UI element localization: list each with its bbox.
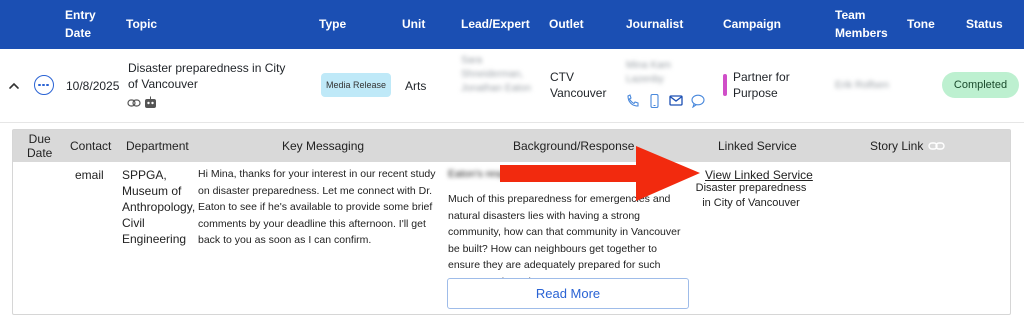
chevron-up-icon[interactable] [8,80,20,92]
col-entry-date[interactable]: Entry Date [65,6,96,42]
col-department: Department [126,139,189,153]
robot-icon [145,96,156,108]
table-row: 10/8/2025 Disaster preparedness in City … [0,49,1024,123]
col-lead-expert[interactable]: Lead/Expert [461,15,530,33]
type-badge: Media Release [321,73,391,97]
col-due-date: Due Date [27,132,53,160]
entry-date: 10/8/2025 [66,79,120,93]
more-options-icon[interactable] [34,75,54,95]
col-linked-service: Linked Service [718,139,797,153]
col-campaign[interactable]: Campaign [723,15,781,33]
col-background-response: Background/Response [513,139,635,153]
phone-icon [627,94,639,107]
col-journalist[interactable]: Journalist [626,15,683,33]
col-status[interactable]: Status [966,15,1003,33]
unit-text: Arts [405,79,427,93]
table-header: Entry Date Topic Type Unit Lead/Expert O… [0,0,1024,49]
background-response-text: Much of this preparedness for emergencie… [448,193,681,288]
background-first-line: Eaton's response [448,168,529,180]
status-badge[interactable]: Completed [942,72,1019,98]
campaign-text: Partner for Purpose [733,70,790,100]
col-story-link: Story Link [870,139,924,153]
col-topic[interactable]: Topic [126,15,157,33]
chat-icon [691,94,705,108]
mobile-icon [650,94,659,108]
email-icon [669,95,683,106]
department-text: SPPGA, Museum of Anthropology, Civil Eng… [122,168,196,246]
link-icon [127,99,141,107]
journalist-contact-icons [627,94,705,108]
outlet-text: CTV Vancouver [550,70,607,100]
col-contact: Contact [70,139,112,153]
read-more-button[interactable]: Read More [447,278,689,309]
linked-service-text: Disaster preparedness in City of Vancouv… [695,182,807,209]
lead-expert-text: Sara Shneiderman, Jonathan Eaton [461,55,532,94]
link-icon[interactable] [928,140,946,152]
team-members-text: Erik Rolfsen [835,80,889,91]
col-unit[interactable]: Unit [402,15,425,33]
journalist-text: Mina Kam Lazenby [626,60,672,85]
col-key-messaging: Key Messaging [282,139,365,153]
campaign-color-bar [723,74,727,96]
detail-header: Due Date Contact Department Key Messagin… [13,130,1010,162]
contact-method: email [75,168,104,182]
col-outlet[interactable]: Outlet [549,15,584,33]
col-type[interactable]: Type [319,15,346,33]
col-tone[interactable]: Tone [907,15,935,33]
topic-text[interactable]: Disaster preparedness in City of Vancouv… [128,60,288,92]
col-team-members[interactable]: Team Members [835,6,888,42]
topic-icons[interactable] [127,96,163,110]
key-messaging-text: Hi Mina, thanks for your interest in our… [198,168,436,247]
detail-panel: Due Date Contact Department Key Messagin… [12,129,1011,315]
